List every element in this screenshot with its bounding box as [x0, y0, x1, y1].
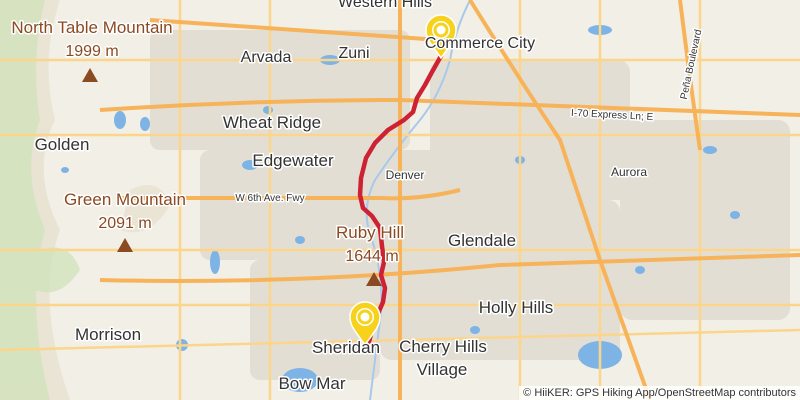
city-label-holly-hills: Holly Hills [479, 298, 554, 317]
city-label-bow-mar: Bow Mar [278, 374, 345, 393]
city-label-morrison: Morrison [75, 325, 141, 344]
city-label-village: Village [417, 360, 468, 379]
city-label-denver: Denver [386, 168, 425, 182]
city-label-aurora: Aurora [611, 165, 647, 179]
peak-elevation-north-table: 1999 m [65, 43, 118, 60]
peak-name-north-table: North Table Mountain [11, 18, 172, 37]
city-label-glendale: Glendale [448, 231, 516, 250]
city-label-edgewater: Edgewater [252, 151, 334, 170]
map-canvas[interactable]: Western Hills Commerce City Arvada Zuni … [0, 0, 800, 400]
city-label-golden: Golden [35, 135, 90, 154]
city-label-commerce-city: Commerce City [425, 35, 535, 52]
peak-elevation-green-mountain: 2091 m [98, 215, 151, 232]
city-label-zuni: Zuni [338, 45, 369, 62]
city-label-cherry-hills: Cherry Hills [399, 337, 487, 356]
road-label-w6th: W 6th Ave. Fwy [235, 193, 304, 204]
peak-elevation-ruby-hill: 1644 m [345, 248, 398, 265]
city-label-sheridan: Sheridan [312, 338, 380, 357]
city-label-western-hills: Western Hills [338, 0, 432, 11]
city-label-wheat-ridge: Wheat Ridge [223, 113, 321, 132]
city-label-arvada: Arvada [241, 49, 292, 66]
map-attribution: © HiiKER: GPS Hiking App/OpenStreetMap c… [519, 386, 800, 400]
peak-name-green-mountain: Green Mountain [64, 190, 186, 209]
peak-name-ruby-hill: Ruby Hill [336, 223, 404, 242]
